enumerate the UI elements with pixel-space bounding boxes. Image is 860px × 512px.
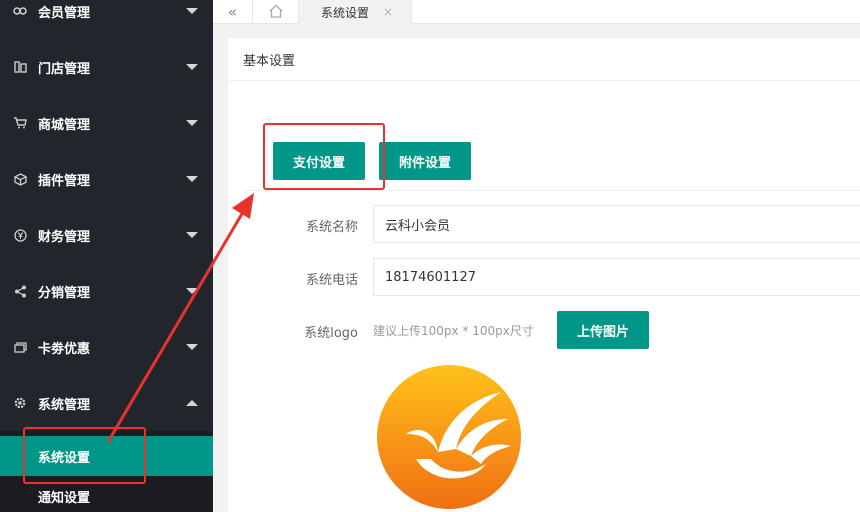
attachment-settings-button[interactable]: 附件设置 — [379, 142, 471, 180]
system-logo-image — [377, 365, 521, 509]
chevron-down-icon — [186, 176, 198, 182]
system-submenu: 系统设置 通知设置 — [0, 431, 213, 512]
yen-icon — [13, 228, 27, 242]
coupon-icon — [13, 340, 27, 354]
chevron-up-icon — [186, 400, 198, 406]
system-name-label: 系统名称 — [305, 220, 358, 235]
share-icon — [13, 284, 27, 298]
cube-icon — [13, 172, 27, 186]
double-chevron-left-icon: « — [227, 3, 238, 21]
tab-home[interactable] — [253, 0, 299, 24]
tab-bar: « 系统设置 × — [213, 0, 860, 24]
sidebar-item-label: 卡劵优惠 — [38, 341, 91, 357]
chevron-down-icon — [186, 64, 198, 70]
sidebar-item-distribution[interactable]: 分销管理 — [0, 263, 213, 319]
system-phone-label: 系统电话 — [305, 273, 358, 288]
chevron-down-icon — [186, 232, 198, 238]
cart-icon — [13, 116, 27, 130]
upload-image-button[interactable]: 上传图片 — [557, 311, 649, 349]
sidebar-subitem-notification-settings[interactable]: 通知设置 — [0, 476, 213, 512]
sidebar-item-mall[interactable]: 商城管理 — [0, 95, 213, 151]
chevron-down-icon — [186, 344, 198, 350]
tabs-scroll-left-button[interactable]: « — [213, 0, 253, 24]
tab-title: 系统设置 — [320, 5, 369, 20]
sidebar-subitem-label: 通知设置 — [38, 490, 91, 506]
sidebar-item-label: 门店管理 — [38, 61, 91, 77]
sidebar-subitem-label: 系统设置 — [38, 450, 91, 466]
link-icon — [13, 4, 27, 18]
system-phone-input[interactable]: 18174601127 — [373, 258, 860, 296]
sidebar-item-stores[interactable]: 门店管理 — [0, 39, 213, 95]
sidebar-item-label: 商城管理 — [38, 117, 91, 133]
chevron-down-icon — [186, 288, 198, 294]
chevron-down-icon — [186, 120, 198, 126]
sidebar-item-label: 分销管理 — [38, 285, 91, 301]
system-logo-label: 系统logo — [304, 326, 358, 341]
sidebar-item-plugins[interactable]: 插件管理 — [0, 151, 213, 207]
divider — [243, 190, 860, 191]
chevron-down-icon — [186, 8, 198, 14]
panel-title: 基本设置 — [228, 38, 860, 81]
sidebar-item-coupons[interactable]: 卡劵优惠 — [0, 319, 213, 375]
sidebar-item-label: 系统管理 — [38, 397, 91, 413]
gear-icon — [13, 396, 27, 410]
sidebar-item-finance[interactable]: 财务管理 — [0, 207, 213, 263]
sidebar-item-system[interactable]: 系统管理 — [0, 375, 213, 431]
sidebar-item-label: 插件管理 — [38, 173, 91, 189]
sidebar: 会员管理 门店管理 商城管理 插件管理 财务管理 分销管理 卡劵优惠 系统管理 … — [0, 0, 213, 512]
home-icon — [268, 3, 284, 22]
system-name-input[interactable]: 云科小会员 — [373, 205, 860, 243]
logo-size-hint: 建议上传100px * 100px尺寸 — [373, 324, 534, 338]
settings-panel: 基本设置 支付设置 附件设置 系统名称 云科小会员 系统电话 181746011… — [228, 38, 860, 512]
tab-system-settings[interactable]: 系统设置 × — [299, 0, 412, 24]
sidebar-subitem-system-settings[interactable]: 系统设置 — [0, 436, 213, 476]
sidebar-item-label: 财务管理 — [38, 229, 91, 245]
sidebar-item-members[interactable]: 会员管理 — [0, 0, 213, 39]
sidebar-item-label: 会员管理 — [38, 5, 91, 21]
payment-settings-button[interactable]: 支付设置 — [273, 142, 365, 180]
close-icon[interactable]: × — [383, 5, 393, 19]
store-icon — [13, 60, 27, 74]
